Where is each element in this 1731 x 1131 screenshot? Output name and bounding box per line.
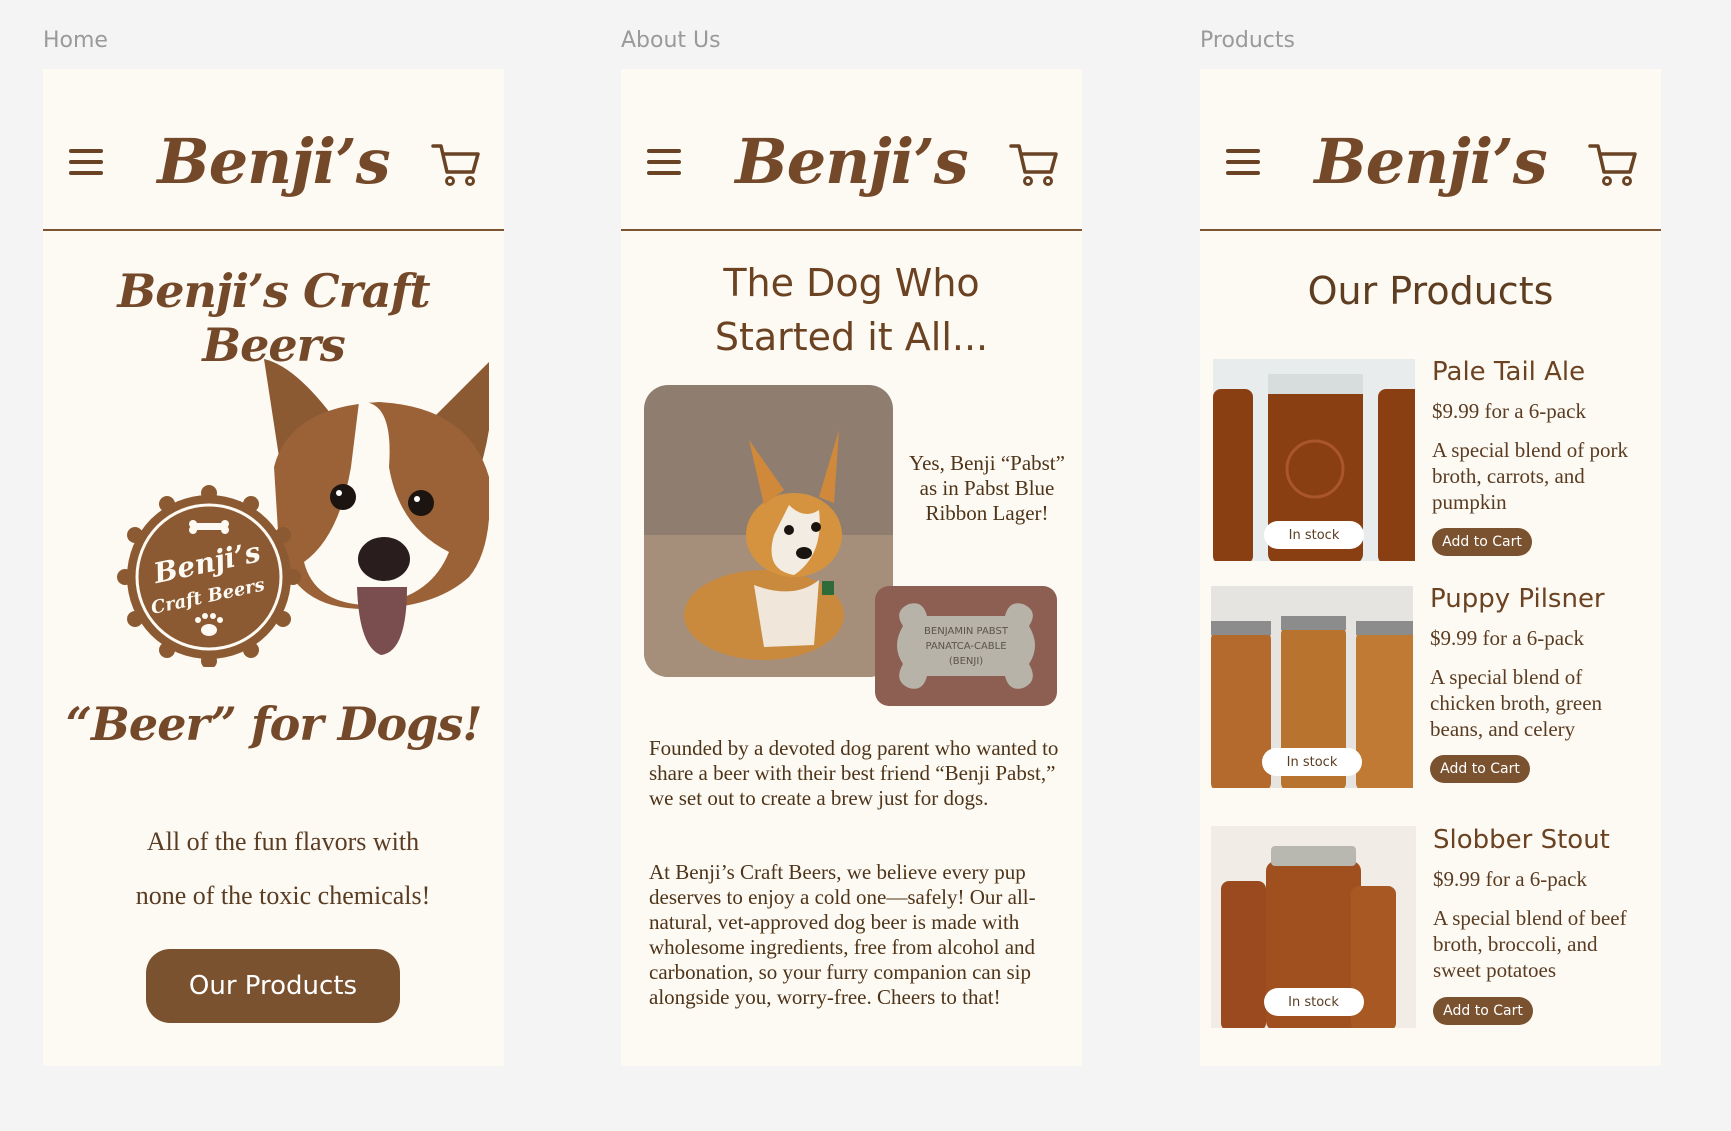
photo-caption: Yes, Benji “Pabst” as in Pabst Blue Ribb… <box>909 451 1065 525</box>
product-description: A special blend of chicken broth, green … <box>1430 665 1603 741</box>
product-description: A special blend of beef broth, broccoli,… <box>1433 906 1627 982</box>
stock-badge: In stock <box>1262 748 1362 776</box>
header: Benji’s <box>43 69 504 231</box>
tagline: “Beer” for Dogs! <box>65 697 483 751</box>
dog-illustration: Benji’s Craft Beers <box>117 359 489 667</box>
home-screen: Benji’s Benji’s Craft Beers Benji’s Craf… <box>43 69 504 1066</box>
subtitle-line-2: none of the toxic chemicals! <box>135 881 431 910</box>
tag-engraving-line-3: (BENJI) <box>949 656 983 667</box>
product-name: Pale Tail Ale <box>1432 357 1586 387</box>
add-to-cart-button[interactable]: Add to Cart <box>1430 755 1530 783</box>
product-description: A special blend of pork broth, carrots, … <box>1432 438 1628 514</box>
shopping-cart-icon[interactable] <box>1009 142 1059 188</box>
frame-label-about: About Us <box>621 28 721 53</box>
frame-label-products: Products <box>1200 28 1295 53</box>
subtitle-line-1: All of the fun flavors with <box>146 827 420 856</box>
product-image-pale-tail-ale[interactable]: In stock <box>1213 359 1415 561</box>
page-heading-line-2: Started it All... <box>714 315 989 359</box>
add-to-cart-button[interactable]: Add to Cart <box>1432 528 1532 556</box>
product-image-slobber-stout[interactable]: In stock <box>1211 826 1416 1028</box>
product-name: Slobber Stout <box>1433 825 1610 855</box>
dog-photo <box>644 385 893 677</box>
product-price: $9.99 for a 6-pack <box>1430 626 1584 650</box>
product-image-puppy-pilsner[interactable]: In stock <box>1211 586 1413 788</box>
product-name: Puppy Pilsner <box>1430 584 1605 614</box>
bottle-cap-badge: Benji’s Craft Beers <box>117 485 301 667</box>
stock-badge: In stock <box>1263 988 1364 1016</box>
tag-engraving-line-2: PANATCA-CABLE <box>925 641 1006 652</box>
add-to-cart-button[interactable]: Add to Cart <box>1433 997 1533 1025</box>
stock-badge: In stock <box>1264 521 1364 549</box>
shopping-cart-icon[interactable] <box>431 142 481 188</box>
tag-engraving-line-1: BENJAMIN PABST <box>924 626 1009 637</box>
shopping-cart-icon[interactable] <box>1588 142 1638 188</box>
header: Benji’s <box>621 69 1082 231</box>
dog-tag-photo: BENJAMIN PABST PANATCA-CABLE (BENJI) <box>875 586 1057 706</box>
about-screen: Benji’s The Dog Who Started it All... BE… <box>621 69 1082 1066</box>
product-price: $9.99 for a 6-pack <box>1432 399 1586 423</box>
products-screen: Benji’s Our Products In stock Pale Tail … <box>1200 69 1661 1066</box>
about-paragraph-2: At Benji’s Craft Beers, we believe every… <box>649 860 1036 1009</box>
page-heading-line-1: The Dog Who <box>723 261 980 305</box>
frame-label-home: Home <box>43 28 108 53</box>
product-price: $9.99 for a 6-pack <box>1433 867 1587 891</box>
header: Benji’s <box>1200 69 1661 231</box>
page-heading: Our Products <box>1307 269 1554 313</box>
our-products-button[interactable]: Our Products <box>146 949 400 1023</box>
about-paragraph-1: Founded by a devoted dog parent who want… <box>649 736 1059 810</box>
